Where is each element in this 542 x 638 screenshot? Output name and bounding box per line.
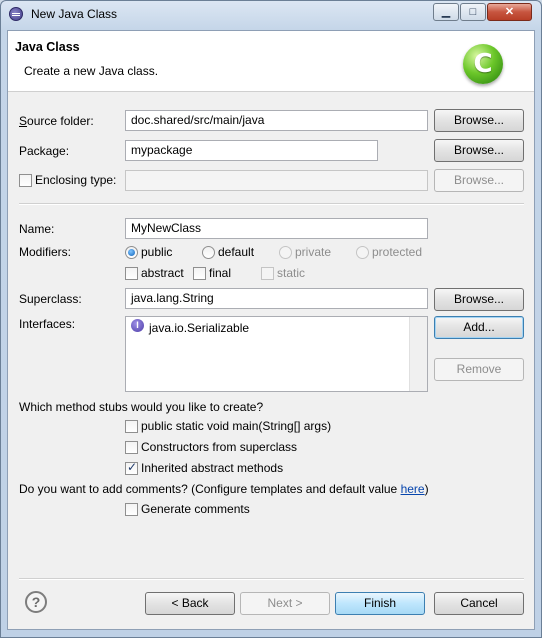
generate-comments-checkbox[interactable]	[125, 503, 138, 516]
interfaces-scrollbar[interactable]	[409, 317, 427, 391]
superclass-browse-button[interactable]: Browse...	[434, 288, 524, 311]
source-folder-label-rest: ource folder:	[27, 114, 94, 128]
protected-radio[interactable]	[356, 246, 369, 259]
package-browse-button[interactable]: Browse...	[434, 139, 524, 162]
default-radio-label: default	[218, 245, 255, 259]
protected-radio-label: protected	[372, 245, 423, 259]
cancel-button[interactable]: Cancel	[434, 592, 524, 615]
private-radio[interactable]	[279, 246, 292, 259]
source-folder-input[interactable]: doc.shared/src/main/java	[125, 110, 428, 131]
comments-question-closing: )	[424, 482, 429, 496]
add-interface-button[interactable]: Add...	[434, 316, 524, 339]
modifiers-label: Modifiers:	[19, 245, 72, 259]
next-button[interactable]: Next >	[240, 592, 330, 615]
source-folder-label: Source folder:	[19, 114, 94, 128]
private-radio-label: private	[295, 245, 332, 259]
title-bar[interactable]: New Java Class ▁ □ ✕	[0, 0, 542, 30]
finish-button[interactable]: Finish	[335, 592, 425, 615]
page-title: Java Class	[15, 40, 80, 54]
window-title: New Java Class	[31, 7, 118, 21]
interface-icon: I	[131, 319, 144, 332]
enclosing-type-browse-button[interactable]: Browse...	[434, 169, 524, 192]
java-class-icon: C	[463, 44, 503, 84]
separator	[19, 203, 524, 205]
back-button[interactable]: < Back	[145, 592, 235, 615]
superclass-label: Superclass:	[19, 292, 82, 306]
page-description: Create a new Java class.	[24, 64, 159, 78]
wizard-banner	[8, 31, 534, 92]
static-checkbox[interactable]	[261, 267, 274, 280]
inherited-methods-label: Inherited abstract methods	[141, 461, 284, 475]
maximize-button[interactable]: □	[460, 3, 486, 21]
configure-templates-link[interactable]: here	[401, 482, 425, 496]
public-radio[interactable]	[125, 246, 138, 259]
abstract-label: abstract	[141, 266, 184, 280]
inherited-methods-checkbox[interactable]	[125, 460, 138, 475]
enclosing-type-label: Enclosing type:	[35, 173, 117, 187]
enclosing-type-input[interactable]	[125, 170, 428, 191]
superclass-input[interactable]: java.lang.String	[125, 288, 428, 309]
generate-comments-label: Generate comments	[141, 502, 250, 516]
minimize-button[interactable]: ▁	[433, 3, 459, 21]
abstract-checkbox[interactable]	[125, 267, 138, 280]
footer-separator	[19, 578, 524, 580]
name-label: Name:	[19, 222, 55, 236]
close-button[interactable]: ✕	[487, 3, 532, 21]
final-label: final	[209, 266, 232, 280]
eclipse-icon	[9, 7, 23, 21]
class-name-input[interactable]: MyNewClass	[125, 218, 428, 239]
comments-question-text: Do you want to add comments? (Configure …	[19, 482, 401, 496]
package-input[interactable]: mypackage	[125, 140, 378, 161]
remove-interface-button[interactable]: Remove	[434, 358, 524, 381]
main-method-label: public static void main(String[] args)	[141, 419, 332, 433]
static-label: static	[277, 266, 306, 280]
interfaces-label: Interfaces:	[19, 317, 76, 331]
constructors-checkbox[interactable]	[125, 441, 138, 454]
final-checkbox[interactable]	[193, 267, 206, 280]
package-label: Package:	[19, 144, 70, 158]
default-radio[interactable]	[202, 246, 215, 259]
main-method-checkbox[interactable]	[125, 420, 138, 433]
constructors-label: Constructors from superclass	[141, 440, 298, 454]
interface-item[interactable]: java.io.Serializable	[149, 321, 249, 335]
help-icon[interactable]: ?	[25, 591, 47, 613]
method-stubs-question: Which method stubs would you like to cre…	[19, 400, 264, 414]
enclosing-type-checkbox[interactable]	[19, 174, 32, 187]
public-radio-label: public	[141, 245, 173, 259]
comments-question: Do you want to add comments? (Configure …	[19, 482, 429, 496]
source-folder-browse-button[interactable]: Browse...	[434, 109, 524, 132]
